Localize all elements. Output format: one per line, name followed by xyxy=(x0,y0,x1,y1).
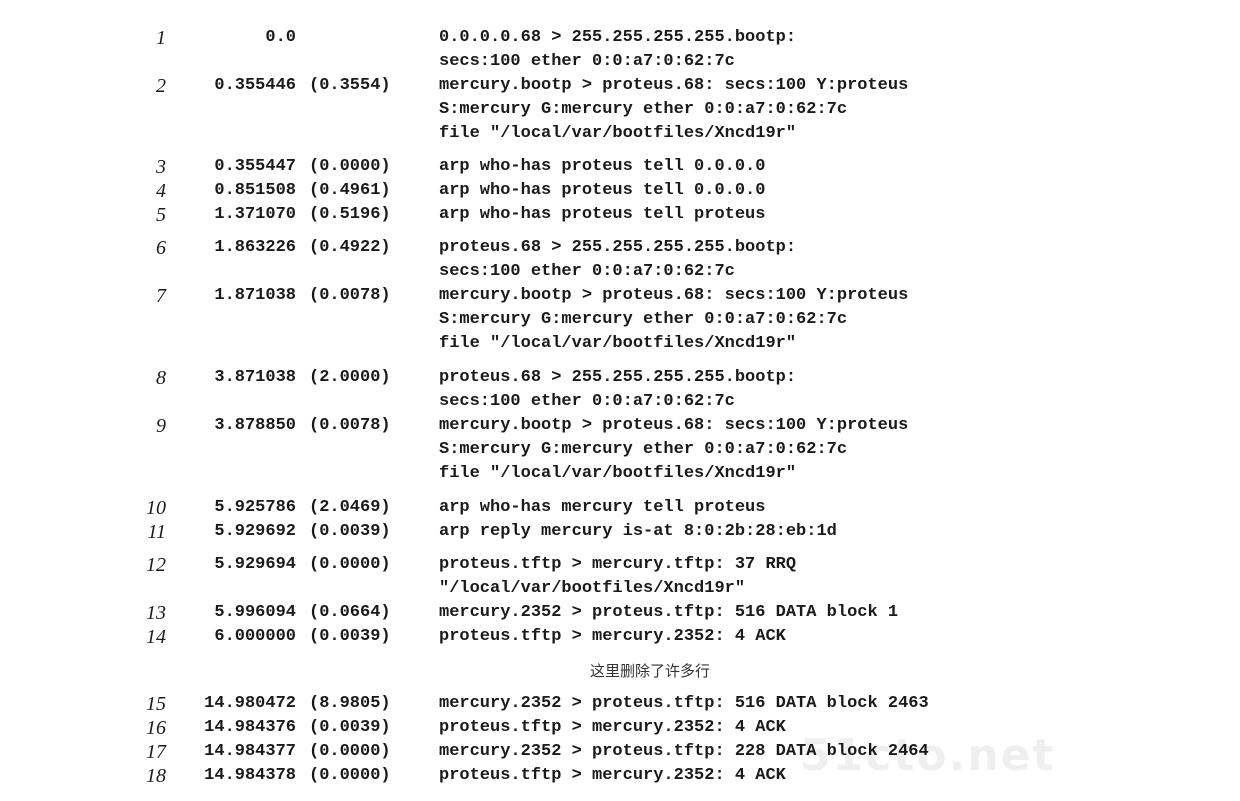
packet-description: secs:100 ether 0:0:a7:0:62:7c xyxy=(439,262,735,281)
packet-description: proteus.tftp > mercury.2352: 4 ACK xyxy=(439,766,786,785)
trace-line: mercury.bootp > proteus.68: secs:100 Y:p… xyxy=(0,74,1240,98)
packet-description: proteus.68 > 255.255.255.255.bootp: xyxy=(439,238,797,257)
trace-line: file "/local/var/bootfiles/Xncd19r" xyxy=(0,462,1240,486)
packet-description: arp reply mercury is-at 8:0:2b:28:eb:1d xyxy=(439,522,837,541)
trace-line: proteus.68 > 255.255.255.255.bootp: xyxy=(0,236,1240,260)
trace-line: mercury.bootp > proteus.68: secs:100 Y:p… xyxy=(0,414,1240,438)
packet-description: "/local/var/bootfiles/Xncd19r" xyxy=(439,579,746,598)
packet-description: file "/local/var/bootfiles/Xncd19r" xyxy=(439,464,797,483)
packet-description: S:mercury G:mercury ether 0:0:a7:0:62:7c xyxy=(439,440,848,459)
packet-description: arp who-has proteus tell 0.0.0.0 xyxy=(439,181,766,200)
packet-description: arp who-has mercury tell proteus xyxy=(439,498,766,517)
packet-description: mercury.2352 > proteus.tftp: 516 DATA bl… xyxy=(439,603,899,622)
omitted-lines-note: 这里删除了许多行 xyxy=(589,662,710,680)
trace-line: proteus.tftp > mercury.2352: 4 ACK xyxy=(0,764,1240,788)
trace-line: mercury.2352 > proteus.tftp: 516 DATA bl… xyxy=(0,601,1240,625)
trace-line: arp who-has proteus tell 0.0.0.0 xyxy=(0,179,1240,203)
packet-description: S:mercury G:mercury ether 0:0:a7:0:62:7c xyxy=(439,310,848,329)
trace-line: 0.0.0.0.68 > 255.255.255.255.bootp: xyxy=(0,26,1240,50)
trace-line: S:mercury G:mercury ether 0:0:a7:0:62:7c xyxy=(0,98,1240,122)
packet-description: arp who-has proteus tell 0.0.0.0 xyxy=(439,157,766,176)
tcpdump-trace: 1 0.0 0.0.0.0.68 > 255.255.255.255.bootp: s… xyxy=(0,0,1240,801)
trace-line: arp reply mercury is-at 8:0:2b:28:eb:1d xyxy=(0,520,1240,544)
trace-line: proteus.tftp > mercury.2352: 4 ACK xyxy=(0,716,1240,740)
trace-line: secs:100 ether 0:0:a7:0:62:7c xyxy=(0,390,1240,414)
trace-line: S:mercury G:mercury ether 0:0:a7:0:62:7c xyxy=(0,308,1240,332)
trace-line: proteus.tftp > mercury.2352: 4 ACK xyxy=(0,625,1240,649)
packet-description: file "/local/var/bootfiles/Xncd19r" xyxy=(439,334,797,353)
trace-line: mercury.2352 > proteus.tftp: 228 DATA bl… xyxy=(0,740,1240,764)
trace-line: mercury.2352 > proteus.tftp: 516 DATA bl… xyxy=(0,692,1240,716)
packet-description: proteus.68 > 255.255.255.255.bootp: xyxy=(439,368,797,387)
packet-description: secs:100 ether 0:0:a7:0:62:7c xyxy=(439,52,735,71)
packet-description: file "/local/var/bootfiles/Xncd19r" xyxy=(439,124,797,143)
trace-line: arp who-has proteus tell proteus xyxy=(0,203,1240,227)
trace-line: arp who-has proteus tell 0.0.0.0 xyxy=(0,155,1240,179)
trace-line: mercury.bootp > proteus.68: secs:100 Y:p… xyxy=(0,284,1240,308)
packet-description: mercury.bootp > proteus.68: secs:100 Y:p… xyxy=(439,76,909,95)
trace-line: proteus.tftp > mercury.tftp: 37 RRQ xyxy=(0,553,1240,577)
trace-line: secs:100 ether 0:0:a7:0:62:7c xyxy=(0,260,1240,284)
packet-description: mercury.2352 > proteus.tftp: 228 DATA bl… xyxy=(439,742,929,761)
packet-description: mercury.2352 > proteus.tftp: 516 DATA bl… xyxy=(439,694,929,713)
trace-line: secs:100 ether 0:0:a7:0:62:7c xyxy=(0,50,1240,74)
packet-description: secs:100 ether 0:0:a7:0:62:7c xyxy=(439,392,735,411)
packet-description: arp who-has proteus tell proteus xyxy=(439,205,766,224)
packet-description: proteus.tftp > mercury.2352: 4 ACK xyxy=(439,718,786,737)
packet-description: 0.0.0.0.68 > 255.255.255.255.bootp: xyxy=(439,28,797,47)
packet-description: S:mercury G:mercury ether 0:0:a7:0:62:7c xyxy=(439,100,848,119)
trace-line: file "/local/var/bootfiles/Xncd19r" xyxy=(0,122,1240,146)
packet-description: mercury.bootp > proteus.68: secs:100 Y:p… xyxy=(439,416,909,435)
trace-line: S:mercury G:mercury ether 0:0:a7:0:62:7c xyxy=(0,438,1240,462)
trace-line: file "/local/var/bootfiles/Xncd19r" xyxy=(0,332,1240,356)
trace-line: arp who-has mercury tell proteus xyxy=(0,496,1240,520)
packet-description: proteus.tftp > mercury.tftp: 37 RRQ xyxy=(439,555,797,574)
packet-description: mercury.bootp > proteus.68: secs:100 Y:p… xyxy=(439,286,909,305)
trace-line: proteus.68 > 255.255.255.255.bootp: xyxy=(0,366,1240,390)
trace-line: "/local/var/bootfiles/Xncd19r" xyxy=(0,577,1240,601)
packet-description: proteus.tftp > mercury.2352: 4 ACK xyxy=(439,627,786,646)
